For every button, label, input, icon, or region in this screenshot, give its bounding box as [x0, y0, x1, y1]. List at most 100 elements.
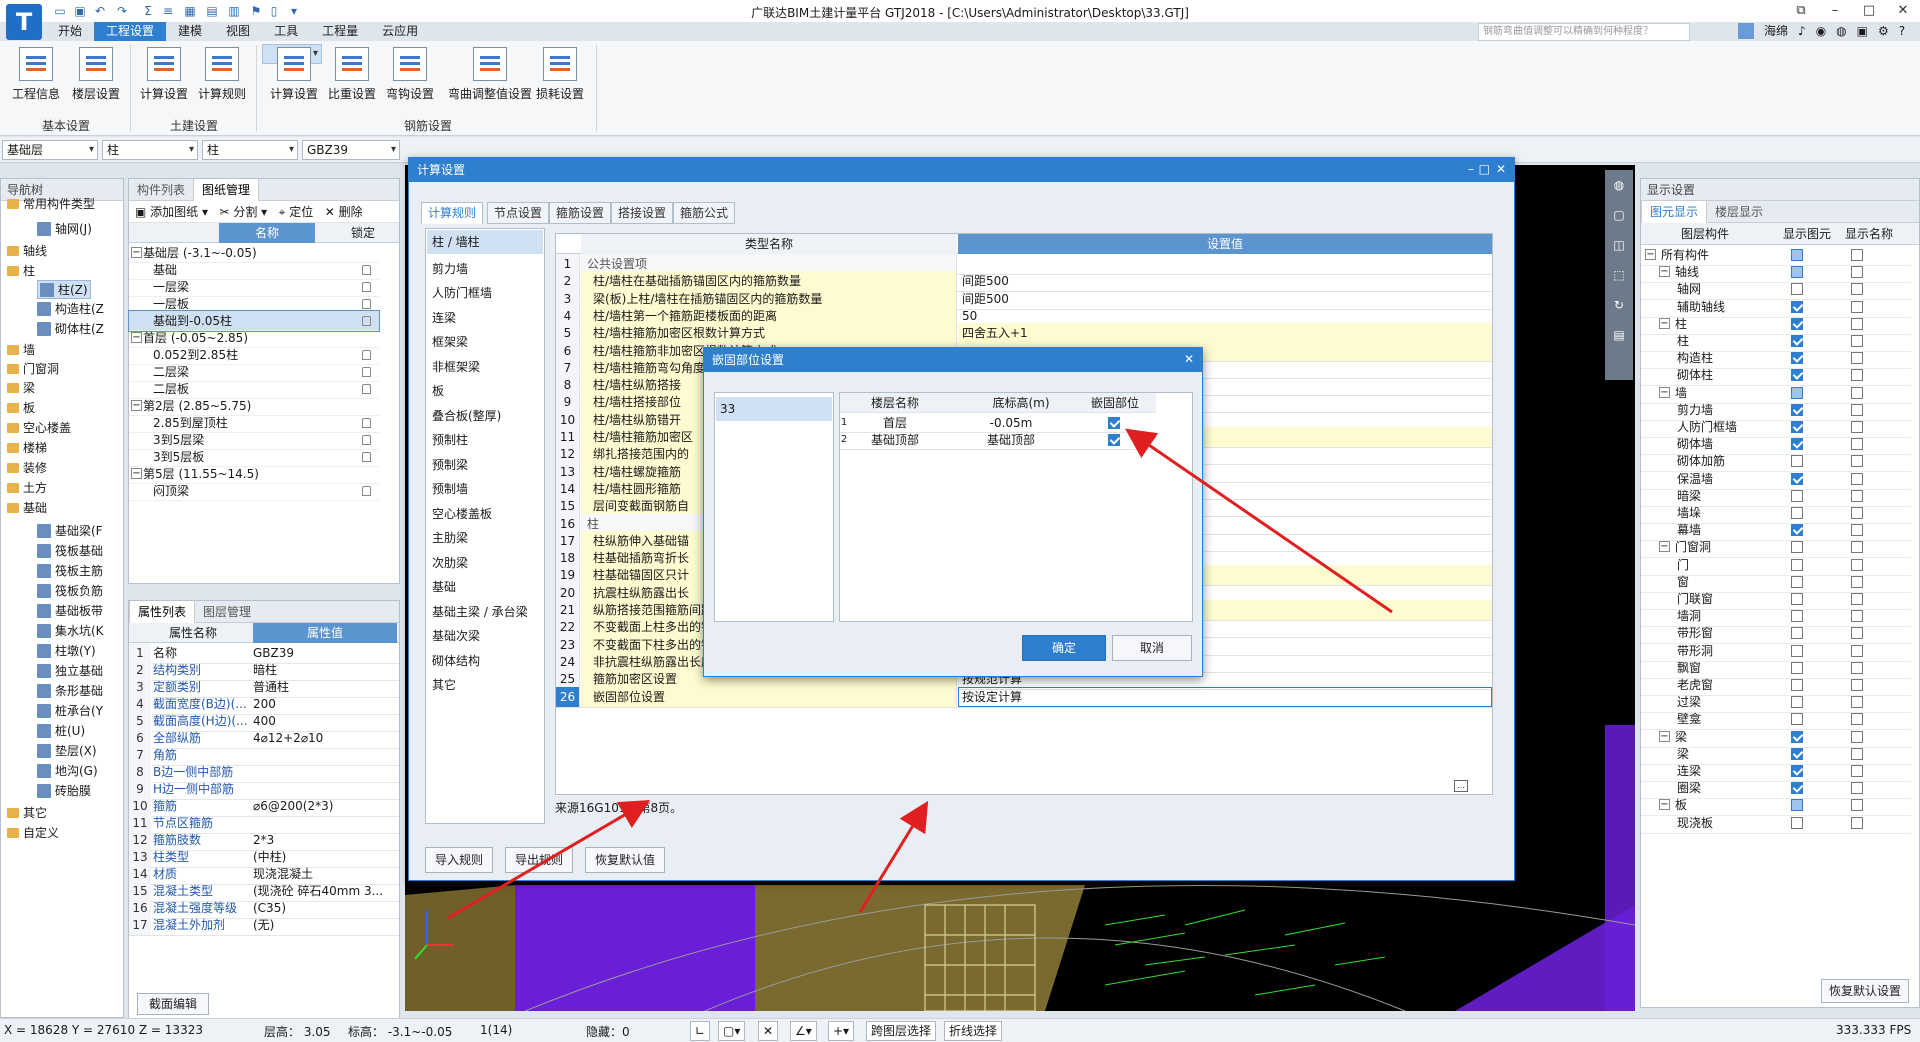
show-name-checkbox[interactable]: [1851, 541, 1863, 554]
tab-floor-display[interactable]: 楼层显示: [1707, 201, 1771, 223]
show-element-checkbox[interactable]: [1791, 249, 1803, 261]
nav-item[interactable]: 条形基础: [37, 682, 103, 699]
collapse-toggle-icon[interactable]: −: [131, 400, 142, 411]
restore-default-button[interactable]: 恢复默认值: [585, 847, 665, 873]
show-name-checkbox[interactable]: [1851, 661, 1863, 674]
show-element-checkbox[interactable]: [1791, 369, 1803, 382]
show-element-checkbox[interactable]: [1791, 593, 1803, 605]
show-element-checkbox[interactable]: [1791, 575, 1803, 588]
show-element-checkbox[interactable]: [1791, 524, 1803, 537]
category-item[interactable]: 主肋梁: [432, 529, 468, 546]
show-name-checkbox[interactable]: [1851, 335, 1863, 347]
show-element-checkbox[interactable]: [1791, 696, 1803, 709]
category-item[interactable]: 板: [432, 382, 444, 399]
rebar-calc-settings-button[interactable]: 计算设置: [262, 44, 322, 101]
category-item[interactable]: 柱 / 墙柱: [427, 230, 543, 254]
ortho-button[interactable]: ∟: [690, 1021, 711, 1041]
section-edit-button[interactable]: 截面编辑: [137, 993, 209, 1015]
lock-icon[interactable]: [362, 265, 371, 275]
show-name-checkbox[interactable]: [1851, 386, 1863, 399]
polyline-select-button[interactable]: 折线选择: [944, 1021, 1003, 1041]
menu-quantities[interactable]: 工程量: [310, 22, 370, 41]
nav-item[interactable]: 基础: [7, 499, 47, 516]
show-name-checkbox[interactable]: [1851, 489, 1863, 502]
show-element-checkbox[interactable]: [1791, 266, 1803, 279]
show-element-checkbox[interactable]: [1791, 679, 1803, 691]
civil-calc-settings-button[interactable]: 计算设置: [134, 45, 194, 107]
collapse-toggle-icon[interactable]: −: [1645, 249, 1656, 260]
category-item[interactable]: 叠合板(整厚): [432, 407, 501, 424]
show-name-checkbox[interactable]: [1851, 558, 1863, 571]
collapse-toggle-icon[interactable]: −: [1659, 317, 1670, 329]
help-icon[interactable]: ?: [1899, 24, 1905, 38]
nav-item[interactable]: 土方: [7, 479, 47, 496]
maximize-icon[interactable]: □: [1852, 0, 1886, 22]
show-name-checkbox[interactable]: [1851, 266, 1863, 279]
property-row[interactable]: 17 混凝土外加剂 (无): [129, 915, 399, 936]
show-name-checkbox[interactable]: [1851, 679, 1863, 691]
sum-icon[interactable]: Σ: [140, 3, 156, 19]
show-element-checkbox[interactable]: [1791, 799, 1803, 812]
show-element-checkbox[interactable]: [1791, 438, 1803, 451]
undo-icon[interactable]: ↶: [92, 3, 108, 19]
drawing-row[interactable]: 闷顶梁: [129, 481, 379, 501]
show-element-checkbox[interactable]: [1791, 300, 1803, 313]
loss-settings-button[interactable]: 损耗设置: [530, 45, 590, 107]
nav-item[interactable]: 筏板负筋: [37, 582, 103, 599]
show-name-checkbox[interactable]: [1851, 249, 1863, 261]
collapse-toggle-icon[interactable]: −: [1659, 386, 1670, 398]
chart-icon[interactable]: ▥: [226, 3, 242, 19]
show-element-checkbox[interactable]: [1791, 507, 1803, 519]
ellipsis-button[interactable]: …: [1454, 780, 1468, 792]
category-item[interactable]: 非框架梁: [432, 358, 480, 375]
lock-icon[interactable]: [362, 435, 371, 445]
show-element-checkbox[interactable]: [1791, 644, 1803, 657]
lock-icon[interactable]: [362, 452, 371, 462]
show-element-checkbox[interactable]: [1791, 661, 1803, 674]
show-name-checkbox[interactable]: [1851, 369, 1863, 382]
component-select[interactable]: GBZ39: [302, 140, 400, 160]
maximize-icon[interactable]: □: [1479, 162, 1490, 176]
header-name[interactable]: 名称: [219, 223, 315, 243]
view-3d-icon[interactable]: ◫: [1605, 230, 1633, 260]
open-icon[interactable]: ▭: [52, 3, 68, 19]
nav-item[interactable]: 筏板主筋: [37, 562, 103, 579]
show-name-checkbox[interactable]: [1851, 524, 1863, 537]
show-element-checkbox[interactable]: [1791, 816, 1803, 829]
mark-icon[interactable]: ⚑: [248, 3, 264, 19]
show-name-checkbox[interactable]: [1851, 713, 1863, 726]
gift-icon[interactable]: ▣: [1857, 24, 1868, 38]
angle-button[interactable]: ∠▾: [790, 1021, 817, 1041]
nav-item[interactable]: 常用构件类型: [7, 195, 95, 212]
tab-properties[interactable]: 属性列表: [129, 601, 196, 623]
menu-view[interactable]: 视图: [214, 22, 262, 41]
nav-item[interactable]: 柱墩(Y): [37, 642, 96, 659]
view-2d-icon[interactable]: ▢: [1605, 200, 1633, 230]
category-item[interactable]: 基础: [432, 578, 456, 595]
show-name-checkbox[interactable]: [1851, 352, 1863, 365]
lock-icon[interactable]: [362, 486, 371, 496]
show-element-checkbox[interactable]: [1791, 352, 1803, 365]
nav-item[interactable]: 桩承台(Y: [37, 702, 103, 719]
show-element-checkbox[interactable]: [1791, 317, 1803, 330]
show-name-checkbox[interactable]: [1851, 403, 1863, 416]
app-logo[interactable]: T: [6, 4, 42, 40]
nav-item[interactable]: 墙: [7, 341, 35, 358]
cancel-button[interactable]: 取消: [1112, 635, 1192, 661]
rule-row[interactable]: 26 嵌固部位设置 按设定计算: [556, 686, 1492, 708]
nav-item[interactable]: 集水坑(K: [37, 622, 104, 639]
show-element-checkbox[interactable]: [1791, 558, 1803, 571]
nav-item[interactable]: 门窗洞: [7, 360, 59, 377]
embed-position-checkbox[interactable]: [1108, 434, 1120, 446]
show-element-checkbox[interactable]: [1791, 335, 1803, 347]
doc-icon[interactable]: ▯: [266, 3, 282, 19]
category-item[interactable]: 预制墙: [432, 480, 468, 497]
locate-button[interactable]: ⌖ 定位: [279, 205, 314, 219]
show-name-checkbox[interactable]: [1851, 782, 1863, 795]
category-item[interactable]: 基础次梁: [432, 627, 480, 644]
minimize-icon[interactable]: –: [1468, 162, 1474, 176]
show-element-checkbox[interactable]: [1791, 283, 1803, 296]
show-name-checkbox[interactable]: [1851, 610, 1863, 623]
nav-item[interactable]: 楼梯: [7, 439, 47, 456]
cross-layer-select-button[interactable]: 跨图层选择: [866, 1021, 937, 1041]
